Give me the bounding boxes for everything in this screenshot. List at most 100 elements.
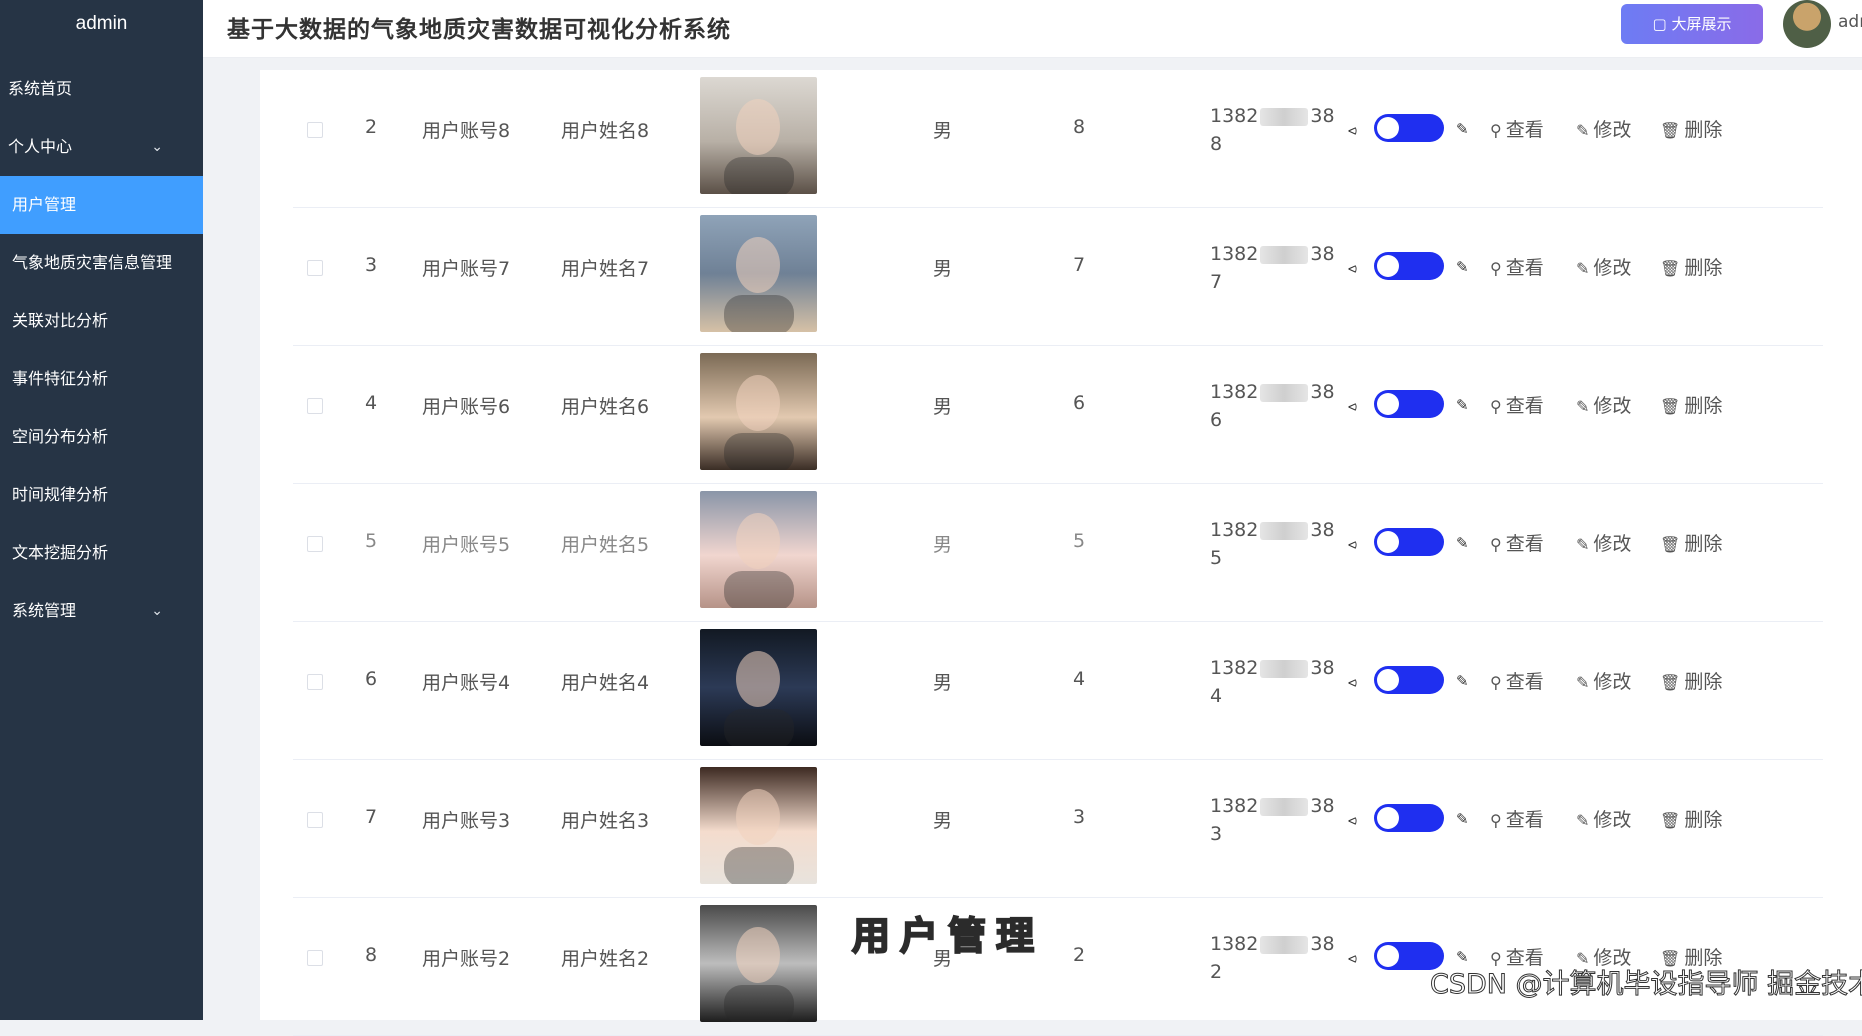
status-toggle[interactable] [1374,666,1444,694]
share-icon[interactable]: ⪦ [1348,810,1357,830]
sidebar-item-temporal[interactable]: 时间规律分析 [0,466,203,524]
user-account: 用户账号8 [422,120,511,142]
sidebar-item-label: 个人中心 [8,137,73,156]
phone-last-digit: 4 [1210,685,1223,707]
view-button[interactable]: ⚲ 查看 [1490,253,1544,280]
sidebar-item-correlation[interactable]: 关联对比分析 [0,292,203,350]
status-toggle[interactable] [1374,252,1444,280]
toggle-knob [1377,945,1399,967]
share-icon[interactable]: ⪦ [1348,534,1357,554]
edit-pen-icon[interactable]: ✎ [1456,120,1469,138]
user-gender: 男 [933,396,953,418]
video-caption: 用户管理 [851,912,1045,959]
sidebar-item-home[interactable]: 系统首页 [0,60,203,118]
page-title: 基于大数据的气象地质灾害数据可视化分析系统 [227,17,731,43]
edit-button[interactable]: ✎ 修改 [1576,391,1631,418]
avatar[interactable] [1783,0,1831,48]
view-label: 查看 [1505,257,1544,279]
edit-button[interactable]: ✎ 修改 [1576,805,1631,832]
edit-icon: ✎ [1576,121,1590,140]
row-checkbox[interactable] [307,812,323,828]
view-label: 查看 [1505,395,1544,417]
delete-label: 删除 [1684,395,1723,417]
row-index: 7 [365,806,378,828]
share-icon[interactable]: ⪦ [1348,948,1357,968]
row-checkbox[interactable] [307,398,323,414]
row-checkbox[interactable] [307,674,323,690]
user-phone: 1382 38 3 [1210,792,1335,848]
edit-pen-icon[interactable]: ✎ [1456,672,1469,690]
row-checkbox[interactable] [307,260,323,276]
sidebar-item-disaster-info[interactable]: 气象地质灾害信息管理 [0,234,203,292]
delete-button[interactable]: 🗑 删除 [1660,391,1722,418]
share-icon[interactable]: ⪦ [1348,120,1357,140]
sidebar-item-system[interactable]: 系统管理 ⌄ [0,582,203,640]
user-account: 用户账号4 [422,672,511,694]
delete-button[interactable]: 🗑 删除 [1660,253,1722,280]
toggle-knob [1377,393,1399,415]
phone-prefix: 1382 [1210,105,1259,127]
view-button[interactable]: ⚲ 查看 [1490,805,1544,832]
phone-last-digit: 3 [1210,823,1223,845]
view-button[interactable]: ⚲ 查看 [1490,115,1544,142]
monitor-icon: ▢ [1652,15,1667,33]
user-age: 6 [1073,392,1086,414]
user-photo [700,767,817,884]
share-icon[interactable]: ⪦ [1348,672,1357,692]
delete-button[interactable]: 🗑 删除 [1660,529,1722,556]
share-icon[interactable]: ⪦ [1348,258,1357,278]
table-row: 3 用户账号7 用户姓名7 男 7 1382 38 7 ⪦ ✎ ⚲ 查看 ✎ 修改 🗑 删除 [293,208,1823,346]
edit-button[interactable]: ✎ 修改 [1576,253,1631,280]
sidebar-item-profile[interactable]: 个人中心 ⌄ [0,118,203,176]
edit-button[interactable]: ✎ 修改 [1576,529,1631,556]
view-button[interactable]: ⚲ 查看 [1490,667,1544,694]
view-button[interactable]: ⚲ 查看 [1490,529,1544,556]
edit-pen-icon[interactable]: ✎ [1456,810,1469,828]
status-toggle[interactable] [1374,390,1444,418]
user-phone: 1382 38 7 [1210,240,1335,296]
search-icon: ⚲ [1490,811,1502,830]
table-row: 2 用户账号8 用户姓名8 男 8 1382 38 8 ⪦ ✎ ⚲ 查看 ✎ 修改 🗑 删除 [293,70,1823,208]
edit-label: 修改 [1593,671,1632,693]
phone-mask [1260,521,1309,540]
phone-prefix: 1382 [1210,657,1259,679]
status-toggle[interactable] [1374,114,1444,142]
delete-button[interactable]: 🗑 删除 [1660,667,1722,694]
row-checkbox[interactable] [307,536,323,552]
sidebar-item-label: 用户管理 [12,195,77,214]
username[interactable]: adı [1838,12,1862,32]
user-table: 2 用户账号8 用户姓名8 男 8 1382 38 8 ⪦ ✎ ⚲ 查看 ✎ 修改 🗑 删除 3 用户账号7 用户姓… [260,70,1862,1036]
share-icon[interactable]: ⪦ [1348,396,1357,416]
user-phone: 1382 38 2 [1210,930,1335,986]
phone-mask [1260,935,1309,954]
sidebar-item-spatial[interactable]: 空间分布分析 [0,408,203,466]
trash-icon: 🗑 [1660,811,1681,830]
sidebar-item-label: 文本挖掘分析 [12,543,109,562]
sidebar-item-event-features[interactable]: 事件特征分析 [0,350,203,408]
edit-label: 修改 [1593,809,1632,831]
user-age: 5 [1073,530,1086,552]
view-label: 查看 [1505,119,1544,141]
edit-pen-icon[interactable]: ✎ [1456,258,1469,276]
big-screen-button[interactable]: ▢ 大屏展示 [1621,4,1763,44]
trash-icon: 🗑 [1660,121,1681,140]
edit-button[interactable]: ✎ 修改 [1576,667,1631,694]
row-checkbox[interactable] [307,950,323,966]
status-toggle[interactable] [1374,804,1444,832]
delete-button[interactable]: 🗑 删除 [1660,805,1722,832]
edit-button[interactable]: ✎ 修改 [1576,115,1631,142]
row-checkbox[interactable] [307,122,323,138]
delete-button[interactable]: 🗑 删除 [1660,115,1722,142]
row-index: 6 [365,668,378,690]
edit-pen-icon[interactable]: ✎ [1456,396,1469,414]
status-toggle[interactable] [1374,528,1444,556]
sidebar-item-users[interactable]: 用户管理 [0,176,203,234]
user-gender: 男 [933,534,953,556]
edit-pen-icon[interactable]: ✎ [1456,534,1469,552]
sidebar-item-text-mining[interactable]: 文本挖掘分析 [0,524,203,582]
row-index: 3 [365,254,378,276]
phone-suffix: 38 [1310,795,1335,817]
view-button[interactable]: ⚲ 查看 [1490,391,1544,418]
search-icon: ⚲ [1490,259,1502,278]
table-row: 7 用户账号3 用户姓名3 男 3 1382 38 3 ⪦ ✎ ⚲ 查看 ✎ 修改 🗑 删除 [293,760,1823,898]
